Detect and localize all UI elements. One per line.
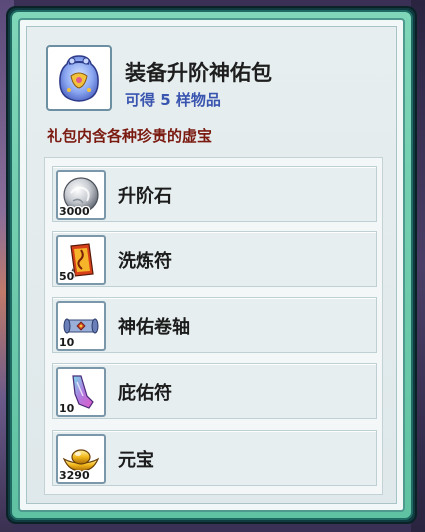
pack-title: 装备升阶神佑包	[125, 61, 272, 85]
item-slot[interactable]: 50	[56, 235, 106, 285]
item-name: 神佑卷轴	[118, 317, 190, 338]
list-item-protection-talisman[interactable]: 10 庇佑符	[52, 363, 377, 419]
item-name: 升阶石	[118, 186, 172, 207]
item-name: 元宝	[118, 450, 154, 471]
item-quantity: 3000	[59, 205, 90, 218]
blessing-pack-icon[interactable]	[46, 45, 112, 111]
item-name: 洗炼符	[118, 251, 172, 272]
item-slot[interactable]: 3290	[56, 434, 106, 484]
item-quantity: 10	[59, 336, 75, 349]
list-item-refine-talisman[interactable]: 50 洗炼符	[52, 231, 377, 287]
pack-description: 礼包内含各种珍贵的虚宝	[47, 127, 213, 145]
list-item-gold-ingot[interactable]: 3290 元宝	[52, 430, 377, 486]
item-quantity: 10	[59, 402, 75, 415]
item-quantity: 50	[59, 270, 75, 283]
pack-subtitle: 可得 5 样物品	[125, 91, 221, 109]
item-quantity: 3290	[59, 469, 90, 482]
list-item-blessing-scroll[interactable]: 10 神佑卷轴	[52, 297, 377, 353]
item-name: 庇佑符	[118, 383, 172, 404]
item-slot[interactable]: 10	[56, 367, 106, 417]
item-slot[interactable]: 10	[56, 301, 106, 351]
list-item-upgrade-stone[interactable]: 3000 升阶石	[52, 166, 377, 222]
item-slot[interactable]: 3000	[56, 170, 106, 220]
